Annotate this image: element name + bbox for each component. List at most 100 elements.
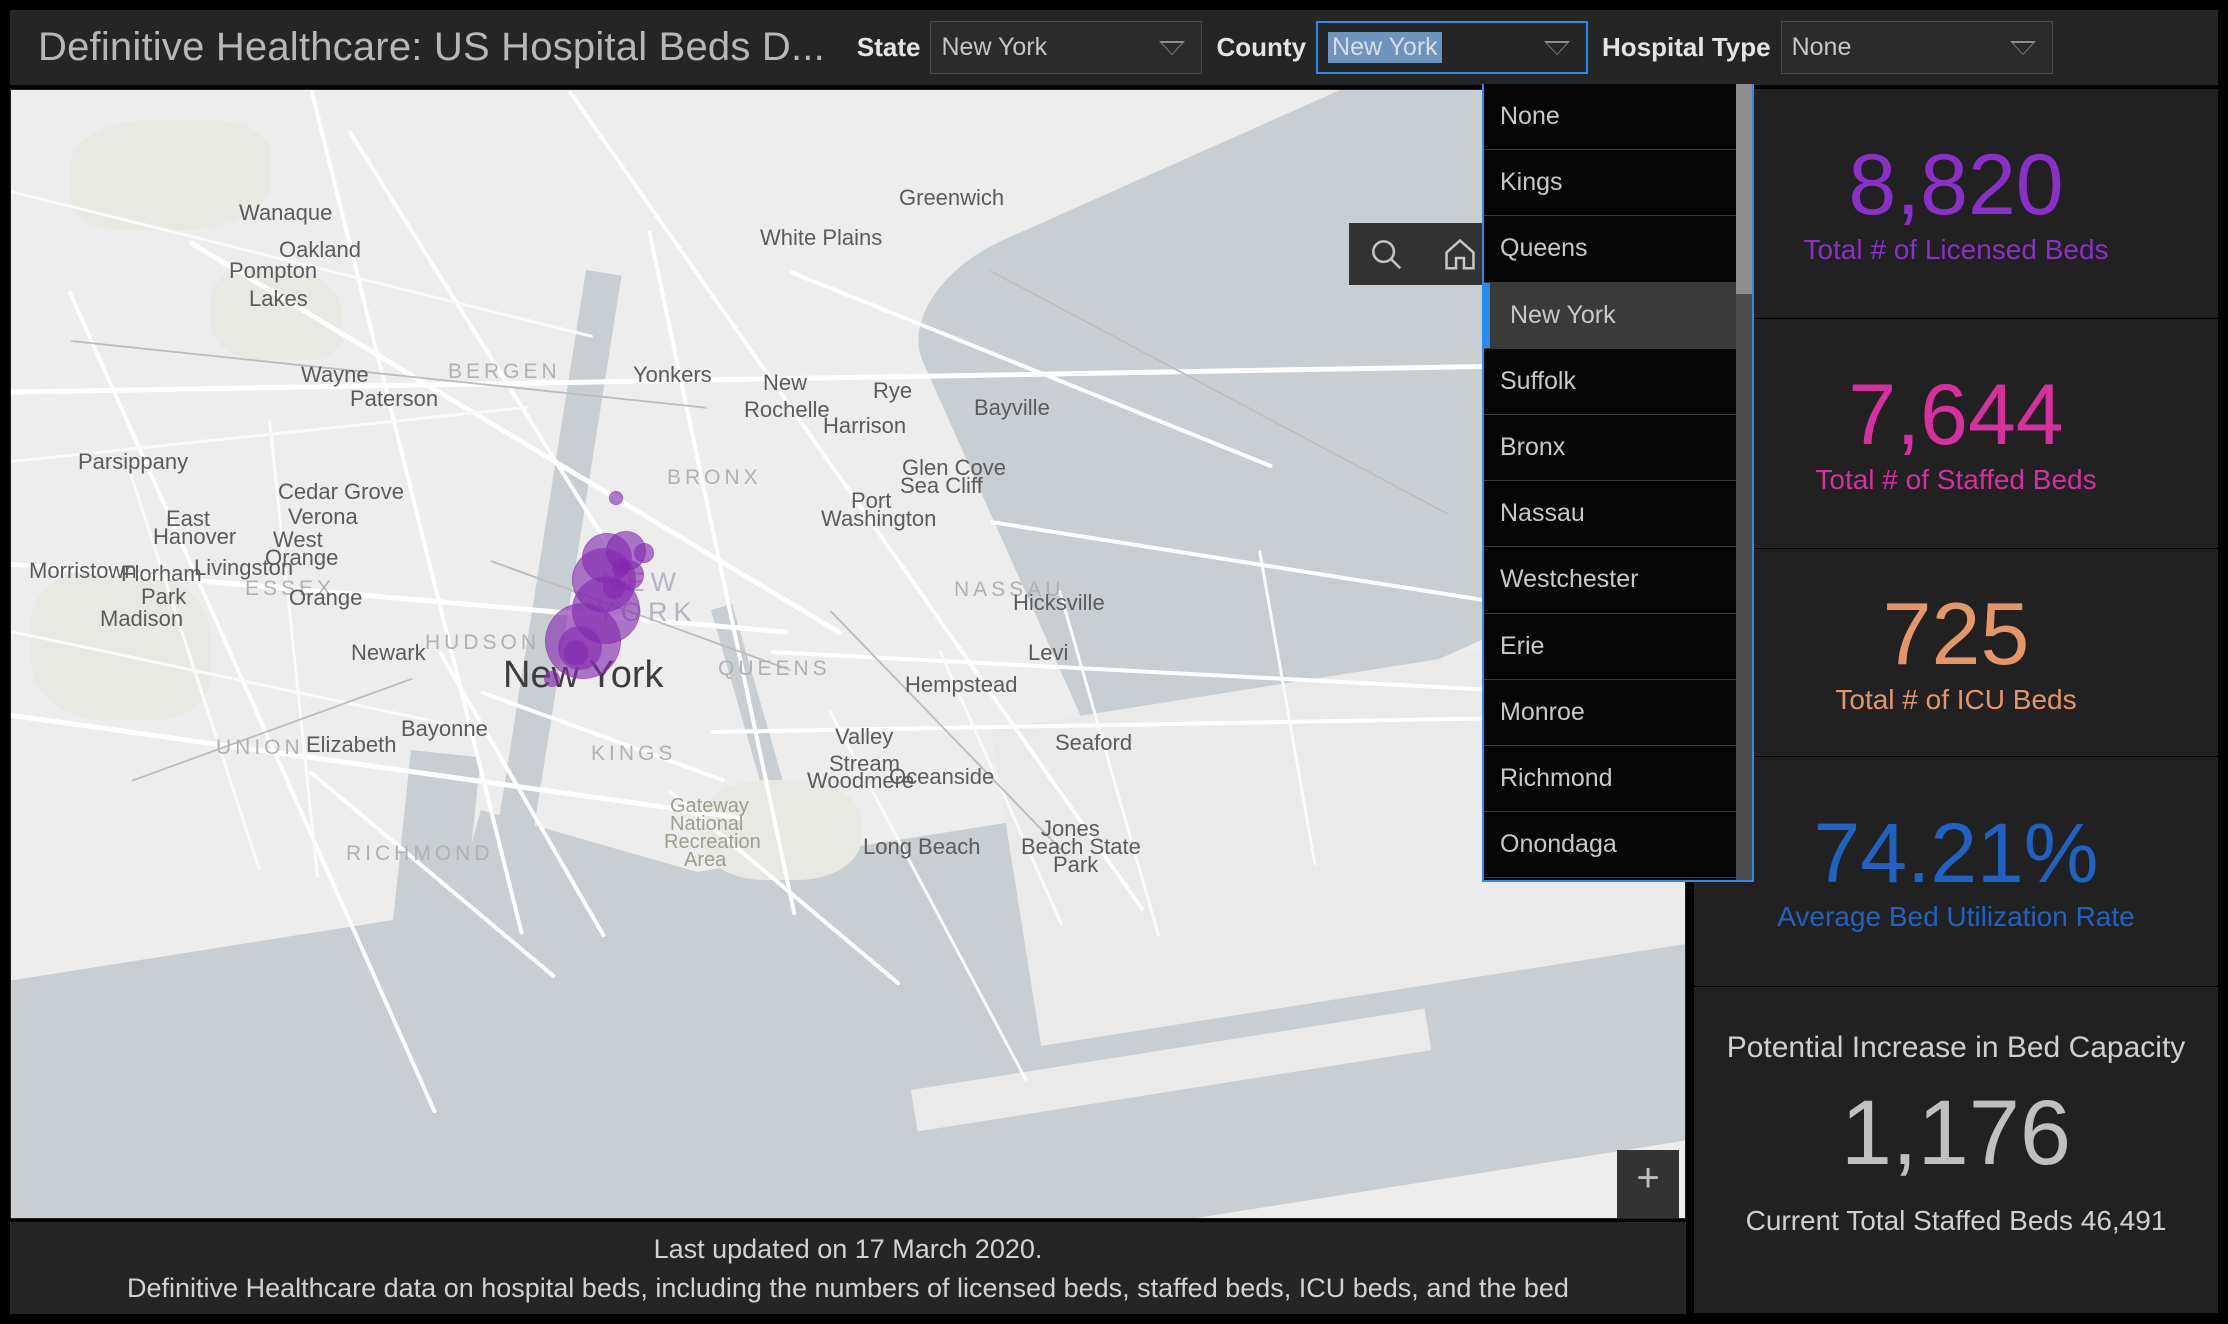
map-label: Elizabeth <box>306 732 397 757</box>
chevron-down-icon <box>1159 40 1186 55</box>
kpi-bed-utilization-value: 74.21% <box>1813 805 2099 900</box>
map-label: Greenwich <box>899 185 1005 210</box>
state-select[interactable]: New York <box>930 21 1203 74</box>
county-dropdown-menu[interactable]: None Kings Queens New York Suffolk Bronx Nassa… <box>1482 84 1754 882</box>
kpi-potential-capacity-sub: Current Total Staffed Beds 46,491 <box>1745 1205 2167 1236</box>
kpi-bed-utilization-label: Average Bed Utilization Rate <box>1777 900 2135 932</box>
footer-description-line-2: utilization rate. <box>10 1304 1686 1314</box>
filter-hospital-type-label: Hospital Type <box>1602 32 1771 62</box>
kpi-staffed-beds: 7,644 Total # of Staffed Beds <box>1694 319 2218 549</box>
county-option-new-york[interactable]: New York <box>1484 282 1736 349</box>
kpi-staffed-beds-label: Total # of Staffed Beds <box>1815 463 2097 495</box>
filter-state-label: State <box>856 32 921 62</box>
map-container[interactable]: Wanaque Oakland Pompton Lakes Wayne Paterson B… <box>10 89 1686 1219</box>
kpi-staffed-beds-value: 7,644 <box>1848 366 2064 463</box>
dropdown-scrollbar-track[interactable] <box>1736 84 1752 880</box>
kpi-potential-capacity-title: Potential Increase in Bed Capacity <box>1726 1031 2186 1064</box>
map-label: Long Beach <box>863 834 981 859</box>
map-label: Wayne <box>301 362 369 387</box>
county-select-value[interactable]: New York <box>1328 32 1442 63</box>
county-option-suffolk[interactable]: Suffolk <box>1484 348 1736 415</box>
map-label: RICHMOND <box>346 842 494 865</box>
county-option-monroe[interactable]: Monroe <box>1484 679 1736 746</box>
county-option-bronx[interactable]: Bronx <box>1484 414 1736 482</box>
kpi-icu-beds: 725 Total # of ICU Beds <box>1694 549 2218 757</box>
map-label: New <box>763 370 808 395</box>
map-label: BERGEN <box>448 360 561 383</box>
map-label: Paterson <box>350 386 439 411</box>
hospital-bubble[interactable] <box>544 671 560 687</box>
kpi-potential-capacity-value: 1,176 <box>1840 1082 2072 1184</box>
county-option-kings[interactable]: Kings <box>1484 150 1736 217</box>
zoom-in-button[interactable]: + <box>1617 1150 1679 1205</box>
map-label: Area <box>684 849 727 871</box>
map-label: Washington <box>821 506 937 531</box>
map-label: Sea Cliff <box>900 473 983 498</box>
chevron-down-icon <box>2009 40 2036 55</box>
filter-state: State New York <box>843 10 1203 85</box>
hospital-bubble[interactable] <box>563 640 589 666</box>
search-icon[interactable] <box>1367 235 1405 273</box>
map-label: Hicksville <box>1013 590 1105 615</box>
dropdown-scrollbar-thumb[interactable] <box>1736 84 1752 294</box>
county-select[interactable]: New York <box>1316 21 1589 74</box>
county-option-queens[interactable]: Queens <box>1484 216 1736 283</box>
map-label: UNION <box>216 736 304 759</box>
county-option-erie[interactable]: Erie <box>1484 613 1736 680</box>
kpi-licensed-beds-value: 8,820 <box>1848 136 2064 233</box>
kpi-icu-beds-label: Total # of ICU Beds <box>1835 683 2077 715</box>
kpi-licensed-beds: 8,820 Total # of Licensed Beds <box>1694 89 2218 319</box>
hospital-type-select[interactable]: None <box>1780 21 2053 74</box>
map-label: White Plains <box>760 225 883 250</box>
footer-last-updated: Last updated on 17 March 2020. <box>653 1234 1043 1264</box>
zoom-out-button[interactable]: − <box>1617 1205 1679 1219</box>
map-label: Park <box>1053 852 1099 877</box>
map-label: Madison <box>100 606 184 631</box>
page-title: Definitive Healthcare: US Hospital Beds … <box>38 25 825 69</box>
county-option-westchester[interactable]: Westchester <box>1484 547 1736 614</box>
filter-bar: State New York County New York Hospital … <box>843 10 2218 85</box>
map-label: Rye <box>873 378 913 403</box>
kpi-icu-beds-value: 725 <box>1882 583 2030 683</box>
kpi-potential-capacity: Potential Increase in Bed Capacity 1,176… <box>1694 987 2218 1314</box>
map-toolbar <box>1349 223 1497 285</box>
dashboard-root: Definitive Healthcare: US Hospital Beds … <box>0 0 2228 1324</box>
county-option-none[interactable]: None <box>1484 84 1736 151</box>
map-label: KINGS <box>591 742 677 765</box>
map-label: Parsippany <box>78 449 189 474</box>
map-label: Rochelle <box>744 397 830 422</box>
filter-county-label: County <box>1216 32 1307 62</box>
map-label: Pompton <box>229 258 318 283</box>
map-label: Cedar Grove <box>278 479 404 504</box>
county-option-onondaga[interactable]: Onondaga <box>1484 812 1736 879</box>
map-label: Bayville <box>974 395 1050 420</box>
map-zoom-controls: + − <box>1617 1150 1679 1219</box>
map-label: Harrison <box>823 413 907 438</box>
map-label: Woodmere <box>807 768 915 793</box>
hospital-type-select-value: None <box>1791 33 1852 61</box>
county-option-richmond[interactable]: Richmond <box>1484 745 1736 813</box>
filter-hospital-type: Hospital Type None <box>1588 10 2053 85</box>
map-label: Lakes <box>249 286 308 311</box>
app-header: Definitive Healthcare: US Hospital Beds … <box>10 10 2218 85</box>
footer-note: Last updated on 17 March 2020. Definitiv… <box>10 1222 1686 1314</box>
map-label: Yonkers <box>633 362 712 387</box>
county-option-list[interactable]: None Kings Queens New York Suffolk Bronx Nassa… <box>1484 84 1736 879</box>
map-label: Bayonne <box>401 716 488 741</box>
map-label: Levi <box>1028 640 1069 665</box>
hospital-bubble[interactable] <box>634 543 654 563</box>
map-label: HUDSON <box>425 631 541 654</box>
county-option-nassau[interactable]: Nassau <box>1484 481 1736 548</box>
hospital-bubble[interactable] <box>609 491 623 505</box>
map-label: QUEENS <box>718 657 831 680</box>
footer-description-line-1: Definitive Healthcare data on hospital b… <box>127 1273 1569 1303</box>
map-label: Valley <box>835 724 894 749</box>
map-label: Wanaque <box>239 200 333 225</box>
map-label: Hanover <box>153 524 237 549</box>
state-select-value: New York <box>941 33 1048 61</box>
kpi-licensed-beds-label: Total # of Licensed Beds <box>1803 233 2109 265</box>
home-icon[interactable] <box>1441 235 1479 273</box>
map-label: Newark <box>351 640 426 665</box>
chevron-down-icon <box>1544 40 1571 55</box>
map-label: Seaford <box>1055 730 1133 755</box>
